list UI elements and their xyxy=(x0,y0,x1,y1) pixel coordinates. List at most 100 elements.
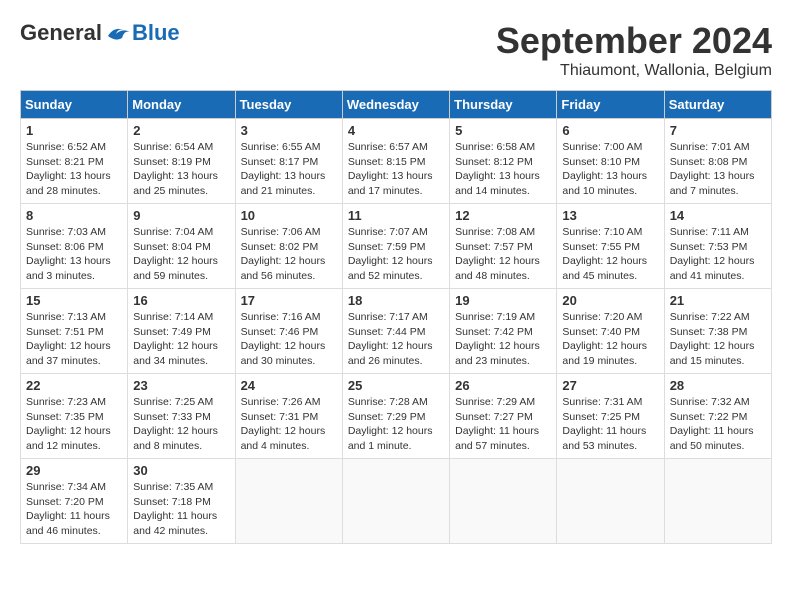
sunrise-label: Sunrise: 7:08 AM xyxy=(455,226,535,238)
day-info: Sunrise: 7:34 AM Sunset: 7:20 PM Dayligh… xyxy=(26,480,122,539)
day-info: Sunrise: 6:57 AM Sunset: 8:15 PM Dayligh… xyxy=(348,140,444,199)
calendar-day-cell: 3 Sunrise: 6:55 AM Sunset: 8:17 PM Dayli… xyxy=(235,119,342,204)
sunset-label: Sunset: 7:29 PM xyxy=(348,411,426,423)
sunset-label: Sunset: 8:17 PM xyxy=(241,156,319,168)
calendar-day-cell: 25 Sunrise: 7:28 AM Sunset: 7:29 PM Dayl… xyxy=(342,374,449,459)
daylight-label: Daylight: 11 hours and 46 minutes. xyxy=(26,510,110,537)
calendar-day-cell: 15 Sunrise: 7:13 AM Sunset: 7:51 PM Dayl… xyxy=(21,289,128,374)
sunset-label: Sunset: 7:44 PM xyxy=(348,326,426,338)
calendar-day-cell: 14 Sunrise: 7:11 AM Sunset: 7:53 PM Dayl… xyxy=(664,204,771,289)
calendar-day-cell: 19 Sunrise: 7:19 AM Sunset: 7:42 PM Dayl… xyxy=(450,289,557,374)
day-info: Sunrise: 6:54 AM Sunset: 8:19 PM Dayligh… xyxy=(133,140,229,199)
day-info: Sunrise: 7:00 AM Sunset: 8:10 PM Dayligh… xyxy=(562,140,658,199)
sunset-label: Sunset: 7:51 PM xyxy=(26,326,104,338)
sunrise-label: Sunrise: 7:19 AM xyxy=(455,311,535,323)
calendar-body: 1 Sunrise: 6:52 AM Sunset: 8:21 PM Dayli… xyxy=(21,119,772,544)
day-info: Sunrise: 7:17 AM Sunset: 7:44 PM Dayligh… xyxy=(348,310,444,369)
day-number: 25 xyxy=(348,378,444,393)
day-number: 10 xyxy=(241,208,337,223)
title-area: September 2024 Thiaumont, Wallonia, Belg… xyxy=(496,20,772,80)
calendar-day-cell: 21 Sunrise: 7:22 AM Sunset: 7:38 PM Dayl… xyxy=(664,289,771,374)
sunset-label: Sunset: 7:59 PM xyxy=(348,241,426,253)
daylight-label: Daylight: 12 hours and 23 minutes. xyxy=(455,340,540,367)
day-number: 24 xyxy=(241,378,337,393)
day-info: Sunrise: 7:01 AM Sunset: 8:08 PM Dayligh… xyxy=(670,140,766,199)
calendar-day-cell xyxy=(664,459,771,544)
day-number: 21 xyxy=(670,293,766,308)
calendar-table: SundayMondayTuesdayWednesdayThursdayFrid… xyxy=(20,90,772,544)
day-number: 29 xyxy=(26,463,122,478)
day-number: 22 xyxy=(26,378,122,393)
sunrise-label: Sunrise: 7:34 AM xyxy=(26,481,106,493)
sunrise-label: Sunrise: 6:58 AM xyxy=(455,141,535,153)
daylight-label: Daylight: 13 hours and 21 minutes. xyxy=(241,170,326,197)
day-info: Sunrise: 6:55 AM Sunset: 8:17 PM Dayligh… xyxy=(241,140,337,199)
calendar-day-cell: 4 Sunrise: 6:57 AM Sunset: 8:15 PM Dayli… xyxy=(342,119,449,204)
sunrise-label: Sunrise: 7:23 AM xyxy=(26,396,106,408)
daylight-label: Daylight: 12 hours and 8 minutes. xyxy=(133,425,218,452)
daylight-label: Daylight: 12 hours and 52 minutes. xyxy=(348,255,433,282)
daylight-label: Daylight: 12 hours and 48 minutes. xyxy=(455,255,540,282)
day-info: Sunrise: 7:07 AM Sunset: 7:59 PM Dayligh… xyxy=(348,225,444,284)
day-info: Sunrise: 7:11 AM Sunset: 7:53 PM Dayligh… xyxy=(670,225,766,284)
day-number: 13 xyxy=(562,208,658,223)
logo-bird-icon xyxy=(104,22,132,44)
calendar-day-cell xyxy=(450,459,557,544)
calendar-day-header: Tuesday xyxy=(235,91,342,119)
day-number: 18 xyxy=(348,293,444,308)
sunset-label: Sunset: 8:04 PM xyxy=(133,241,211,253)
day-info: Sunrise: 7:26 AM Sunset: 7:31 PM Dayligh… xyxy=(241,395,337,454)
calendar-day-cell: 20 Sunrise: 7:20 AM Sunset: 7:40 PM Dayl… xyxy=(557,289,664,374)
day-info: Sunrise: 7:23 AM Sunset: 7:35 PM Dayligh… xyxy=(26,395,122,454)
calendar-day-cell: 5 Sunrise: 6:58 AM Sunset: 8:12 PM Dayli… xyxy=(450,119,557,204)
daylight-label: Daylight: 13 hours and 10 minutes. xyxy=(562,170,647,197)
sunrise-label: Sunrise: 7:11 AM xyxy=(670,226,749,238)
sunrise-label: Sunrise: 6:54 AM xyxy=(133,141,213,153)
day-number: 15 xyxy=(26,293,122,308)
sunset-label: Sunset: 7:27 PM xyxy=(455,411,533,423)
day-info: Sunrise: 7:16 AM Sunset: 7:46 PM Dayligh… xyxy=(241,310,337,369)
calendar-day-cell: 27 Sunrise: 7:31 AM Sunset: 7:25 PM Dayl… xyxy=(557,374,664,459)
day-info: Sunrise: 7:08 AM Sunset: 7:57 PM Dayligh… xyxy=(455,225,551,284)
calendar-day-header: Sunday xyxy=(21,91,128,119)
day-info: Sunrise: 7:10 AM Sunset: 7:55 PM Dayligh… xyxy=(562,225,658,284)
calendar-day-cell: 16 Sunrise: 7:14 AM Sunset: 7:49 PM Dayl… xyxy=(128,289,235,374)
daylight-label: Daylight: 12 hours and 19 minutes. xyxy=(562,340,647,367)
month-title: September 2024 xyxy=(496,20,772,62)
logo: General Blue xyxy=(20,20,180,46)
calendar-day-cell: 12 Sunrise: 7:08 AM Sunset: 7:57 PM Dayl… xyxy=(450,204,557,289)
sunrise-label: Sunrise: 7:03 AM xyxy=(26,226,106,238)
sunrise-label: Sunrise: 7:29 AM xyxy=(455,396,535,408)
day-info: Sunrise: 7:14 AM Sunset: 7:49 PM Dayligh… xyxy=(133,310,229,369)
calendar-week-row: 8 Sunrise: 7:03 AM Sunset: 8:06 PM Dayli… xyxy=(21,204,772,289)
daylight-label: Daylight: 11 hours and 42 minutes. xyxy=(133,510,217,537)
sunrise-label: Sunrise: 7:32 AM xyxy=(670,396,750,408)
day-number: 5 xyxy=(455,123,551,138)
sunrise-label: Sunrise: 7:16 AM xyxy=(241,311,321,323)
calendar-day-cell xyxy=(557,459,664,544)
sunset-label: Sunset: 8:19 PM xyxy=(133,156,211,168)
calendar-day-header: Friday xyxy=(557,91,664,119)
daylight-label: Daylight: 12 hours and 15 minutes. xyxy=(670,340,755,367)
day-number: 19 xyxy=(455,293,551,308)
sunrise-label: Sunrise: 7:26 AM xyxy=(241,396,321,408)
sunrise-label: Sunrise: 7:10 AM xyxy=(562,226,642,238)
calendar-day-cell xyxy=(235,459,342,544)
daylight-label: Daylight: 13 hours and 28 minutes. xyxy=(26,170,111,197)
calendar-day-cell: 30 Sunrise: 7:35 AM Sunset: 7:18 PM Dayl… xyxy=(128,459,235,544)
sunset-label: Sunset: 7:38 PM xyxy=(670,326,748,338)
calendar-day-cell: 7 Sunrise: 7:01 AM Sunset: 8:08 PM Dayli… xyxy=(664,119,771,204)
sunset-label: Sunset: 7:33 PM xyxy=(133,411,211,423)
sunrise-label: Sunrise: 7:07 AM xyxy=(348,226,428,238)
sunrise-label: Sunrise: 7:04 AM xyxy=(133,226,213,238)
logo-general-text: General xyxy=(20,20,102,46)
sunset-label: Sunset: 7:57 PM xyxy=(455,241,533,253)
day-number: 8 xyxy=(26,208,122,223)
sunrise-label: Sunrise: 6:52 AM xyxy=(26,141,106,153)
day-number: 2 xyxy=(133,123,229,138)
daylight-label: Daylight: 13 hours and 7 minutes. xyxy=(670,170,755,197)
sunset-label: Sunset: 7:20 PM xyxy=(26,496,104,508)
daylight-label: Daylight: 11 hours and 57 minutes. xyxy=(455,425,539,452)
sunset-label: Sunset: 8:21 PM xyxy=(26,156,104,168)
calendar-day-cell: 2 Sunrise: 6:54 AM Sunset: 8:19 PM Dayli… xyxy=(128,119,235,204)
